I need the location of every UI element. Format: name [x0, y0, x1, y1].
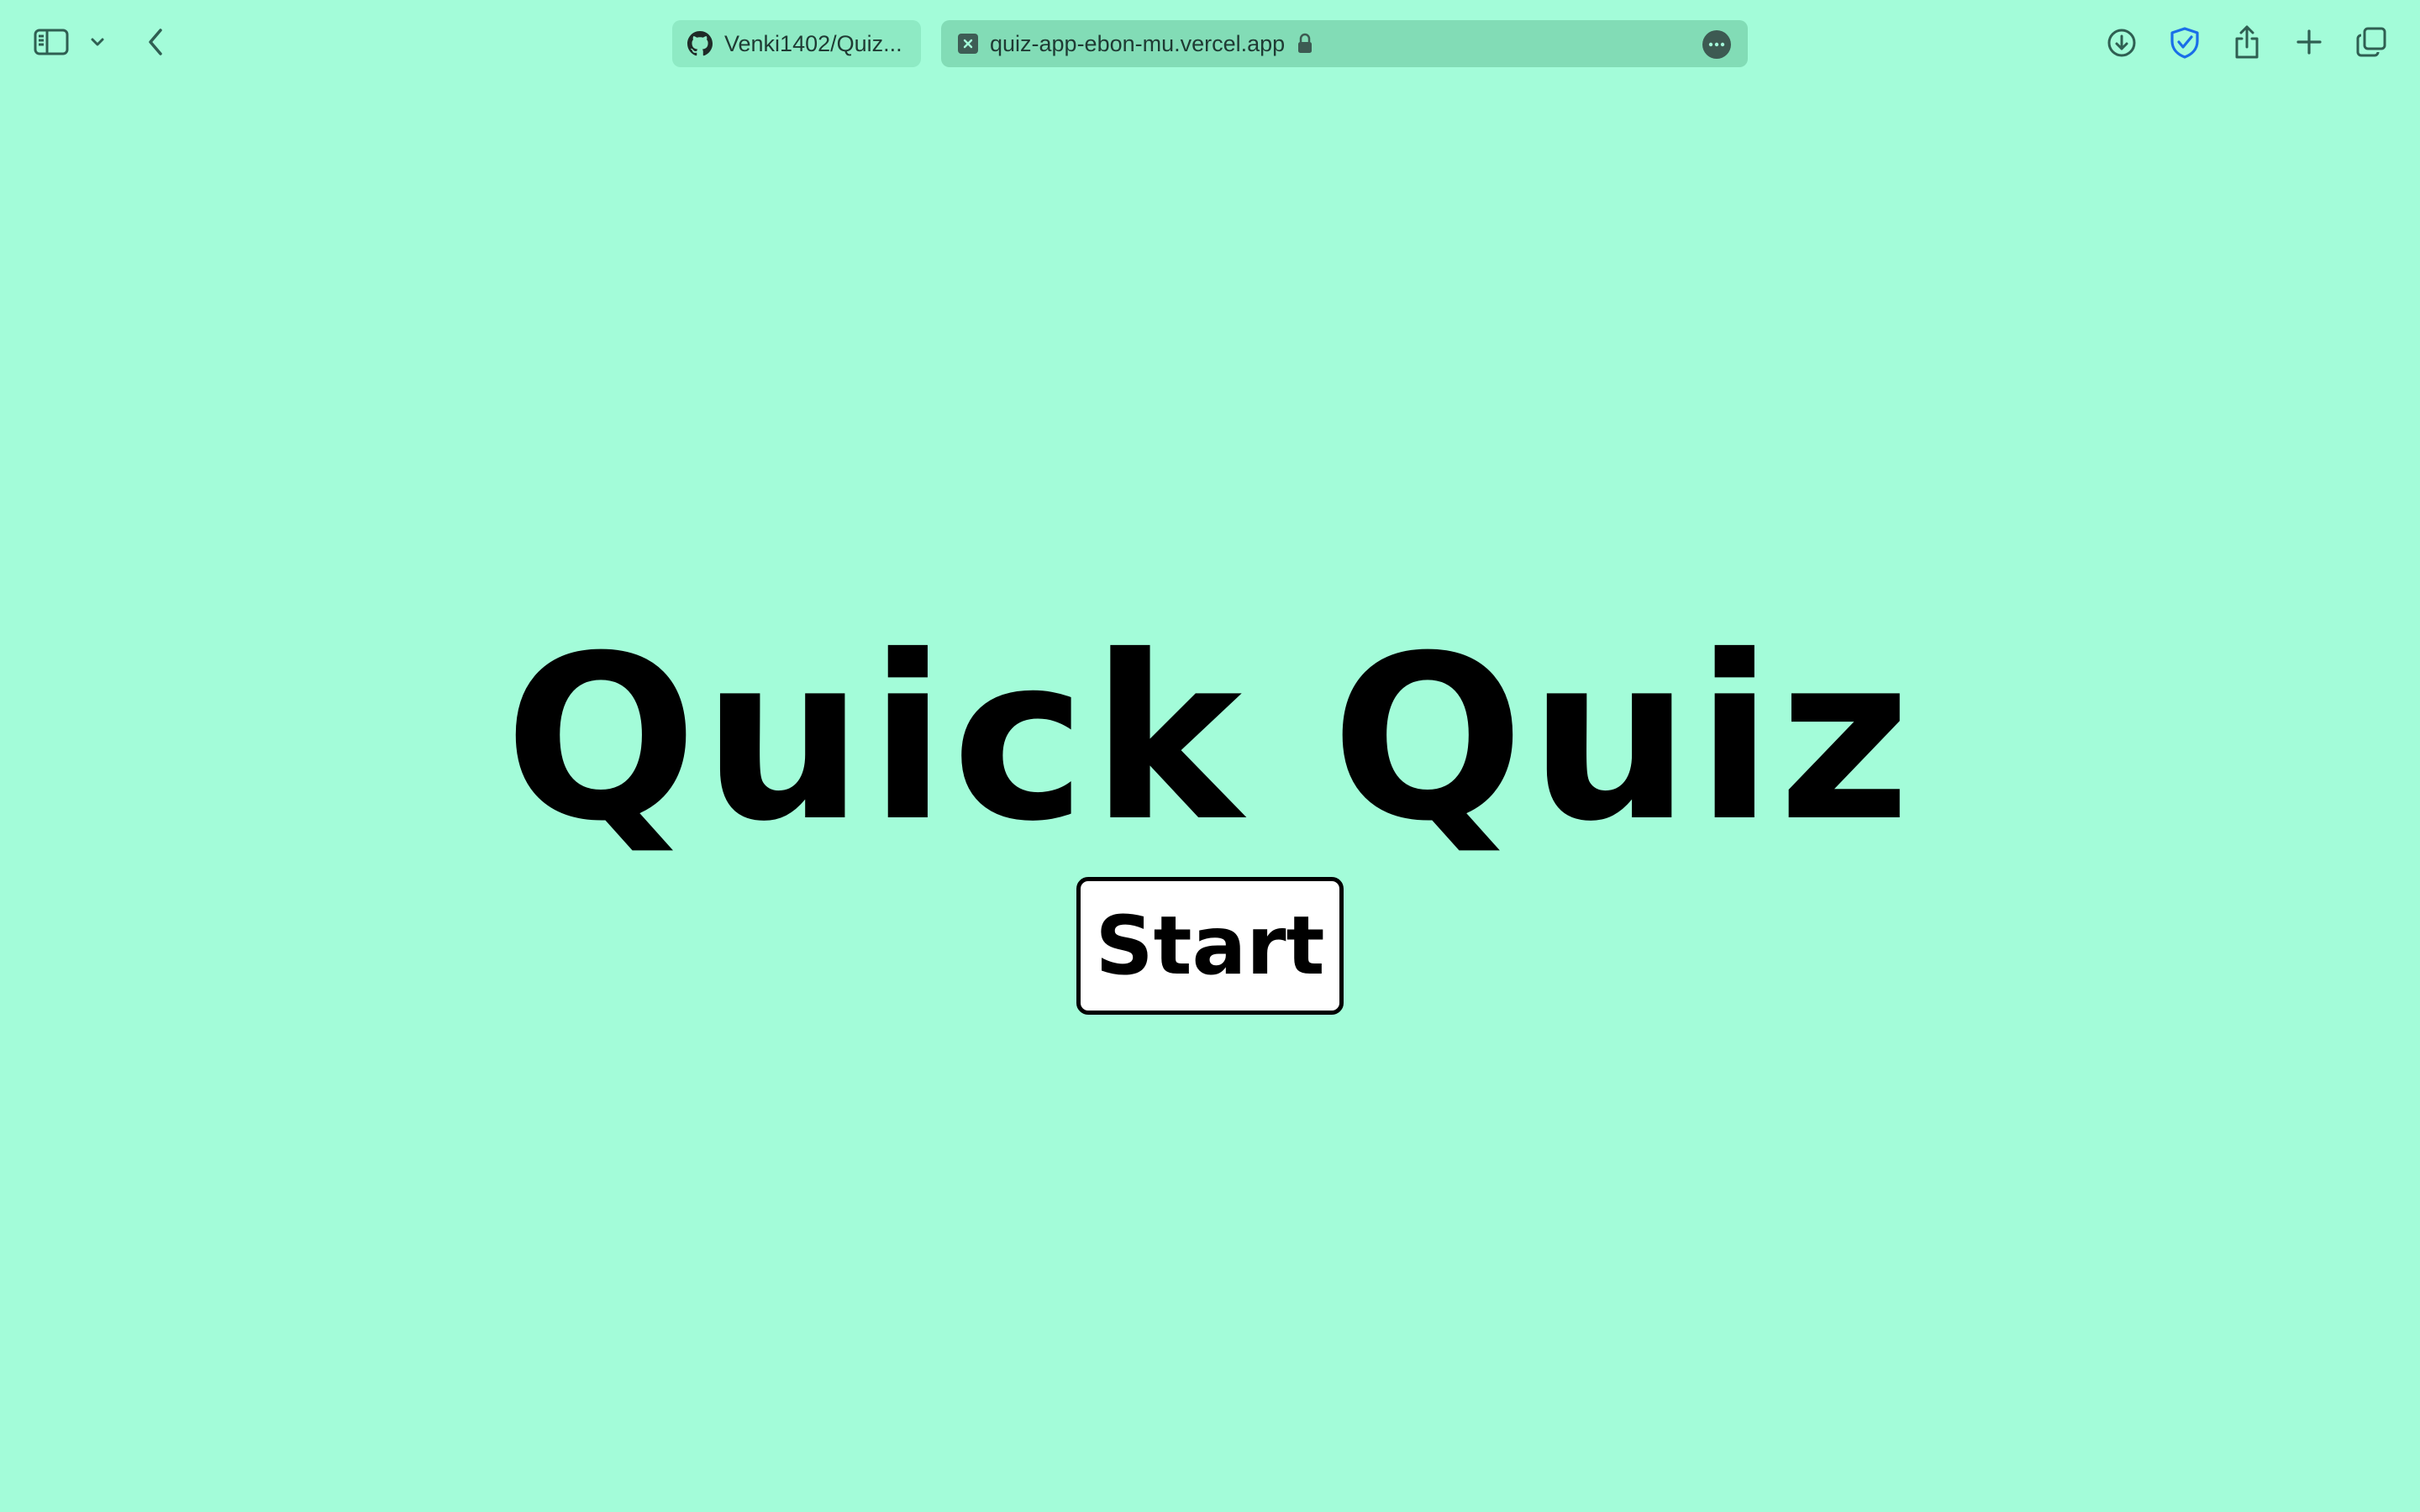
shield-check-icon[interactable]: [2168, 25, 2202, 60]
download-icon[interactable]: [2106, 27, 2138, 59]
url-text: quiz-app-ebon-mu.vercel.app: [990, 30, 1286, 56]
page-title: Quick Quiz: [504, 606, 1916, 871]
browser-toolbar: Venki1402/Quiz... quiz-app-ebon-mu.verce…: [0, 0, 2420, 87]
tab-label: Venki1402/Quiz...: [724, 30, 902, 56]
github-icon: [687, 31, 713, 56]
tabs-overview-icon[interactable]: [2354, 25, 2388, 59]
lock-icon: [1297, 33, 1313, 55]
chevron-down-icon[interactable]: [87, 32, 108, 52]
sidebar-icon[interactable]: [32, 25, 71, 59]
share-icon[interactable]: [2232, 24, 2262, 60]
tab-github[interactable]: Venki1402/Quiz...: [672, 20, 921, 67]
site-x-icon: [958, 34, 978, 54]
plus-icon[interactable]: [2294, 27, 2324, 57]
more-options-icon[interactable]: [1702, 30, 1731, 59]
start-button[interactable]: Start: [1076, 877, 1344, 1015]
back-icon[interactable]: [143, 25, 168, 59]
tab-quiz-app-address-bar[interactable]: quiz-app-ebon-mu.vercel.app: [941, 20, 1748, 67]
